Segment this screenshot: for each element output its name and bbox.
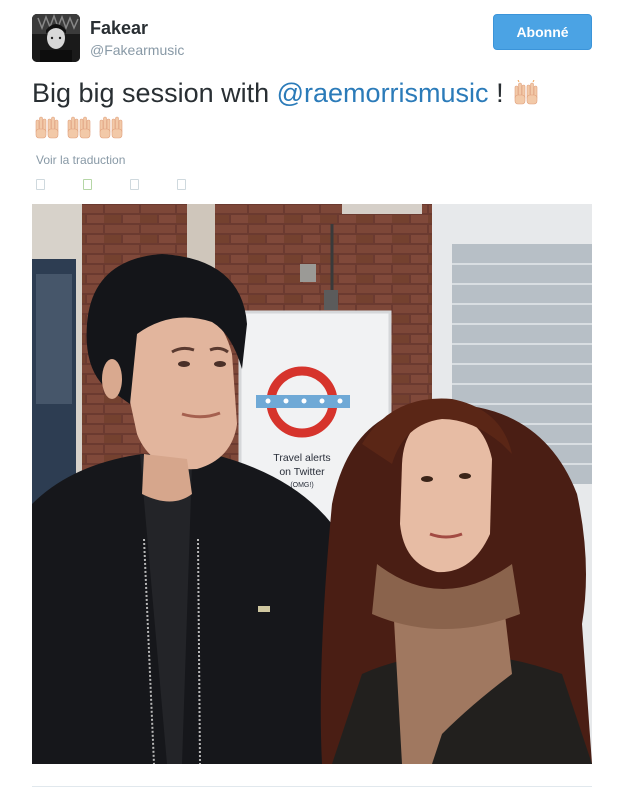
avatar[interactable]	[32, 14, 80, 62]
divider	[32, 786, 592, 787]
reply-icon[interactable]	[36, 179, 45, 190]
raising-hands-icon	[64, 114, 94, 140]
raising-hands-icon	[511, 79, 541, 106]
tweet-header: Fakear @Fakearmusic Abonné	[32, 14, 592, 64]
raising-hands-icon	[32, 114, 62, 140]
poster-text-line2: on Twitter	[279, 466, 325, 478]
poster-text-line3: (OMG!)	[290, 482, 313, 489]
tweet-text: Big big session with @raemorrismusic !	[32, 76, 592, 144]
follow-button[interactable]: Abonné	[493, 14, 592, 50]
tweet-photo[interactable]: Travel alerts on Twitter (OMG!)	[32, 204, 592, 764]
poster-text-line1: Travel alerts	[273, 452, 330, 464]
display-name[interactable]: Fakear	[90, 18, 148, 39]
retweet-icon[interactable]	[83, 179, 92, 190]
tweet-text-end: !	[488, 78, 512, 108]
like-icon[interactable]	[130, 179, 139, 190]
user-handle[interactable]: @Fakearmusic	[90, 42, 184, 58]
tweet-text-start: Big big session with	[32, 78, 277, 108]
mention-link[interactable]: @raemorrismusic	[277, 78, 489, 108]
more-icon[interactable]	[177, 179, 186, 190]
translate-link[interactable]: Voir la traduction	[36, 153, 125, 167]
raising-hands-icon	[96, 114, 126, 140]
